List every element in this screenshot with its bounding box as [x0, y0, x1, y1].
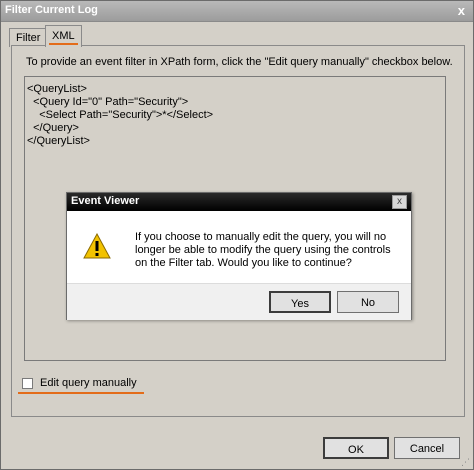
tab-filter-label: Filter: [16, 32, 41, 44]
ok-button[interactable]: OK: [323, 437, 389, 459]
modal-titlebar[interactable]: Event Viewer x: [67, 193, 411, 211]
modal-title: Event Viewer: [71, 195, 140, 207]
edit-query-manually-checkbox[interactable]: [22, 378, 33, 389]
window-title: Filter Current Log: [5, 4, 98, 16]
tab-xml-highlight: [49, 43, 78, 45]
tab-xml[interactable]: XML: [45, 25, 82, 47]
edit-query-highlight: [18, 392, 144, 394]
window-titlebar[interactable]: Filter Current Log x: [1, 1, 473, 22]
resize-grip-icon[interactable]: ⋰: [461, 457, 471, 467]
instruction-text: To provide an event filter in XPath form…: [26, 56, 453, 68]
xml-line: <Query Id="0" Path="Security">: [27, 96, 189, 108]
yes-button[interactable]: Yes: [269, 291, 331, 313]
modal-close-icon[interactable]: x: [392, 195, 407, 209]
xml-line: </QueryList>: [27, 135, 90, 147]
cancel-button[interactable]: Cancel: [394, 437, 460, 459]
event-viewer-modal: Event Viewer x If you choose to manually…: [66, 192, 412, 320]
no-button[interactable]: No: [337, 291, 399, 313]
xml-line: <Select Path="Security">*</Select>: [27, 109, 214, 121]
xml-line: <QueryList>: [27, 83, 87, 95]
modal-body: If you choose to manually edit the query…: [67, 211, 411, 283]
warning-icon: [83, 233, 111, 259]
modal-message: If you choose to manually edit the query…: [135, 231, 391, 269]
xml-line: </Query>: [27, 122, 79, 134]
tab-xml-label: XML: [52, 30, 75, 42]
edit-query-manually-label[interactable]: Edit query manually: [40, 377, 137, 389]
close-icon[interactable]: x: [458, 3, 465, 18]
modal-footer: Yes No: [67, 283, 411, 320]
